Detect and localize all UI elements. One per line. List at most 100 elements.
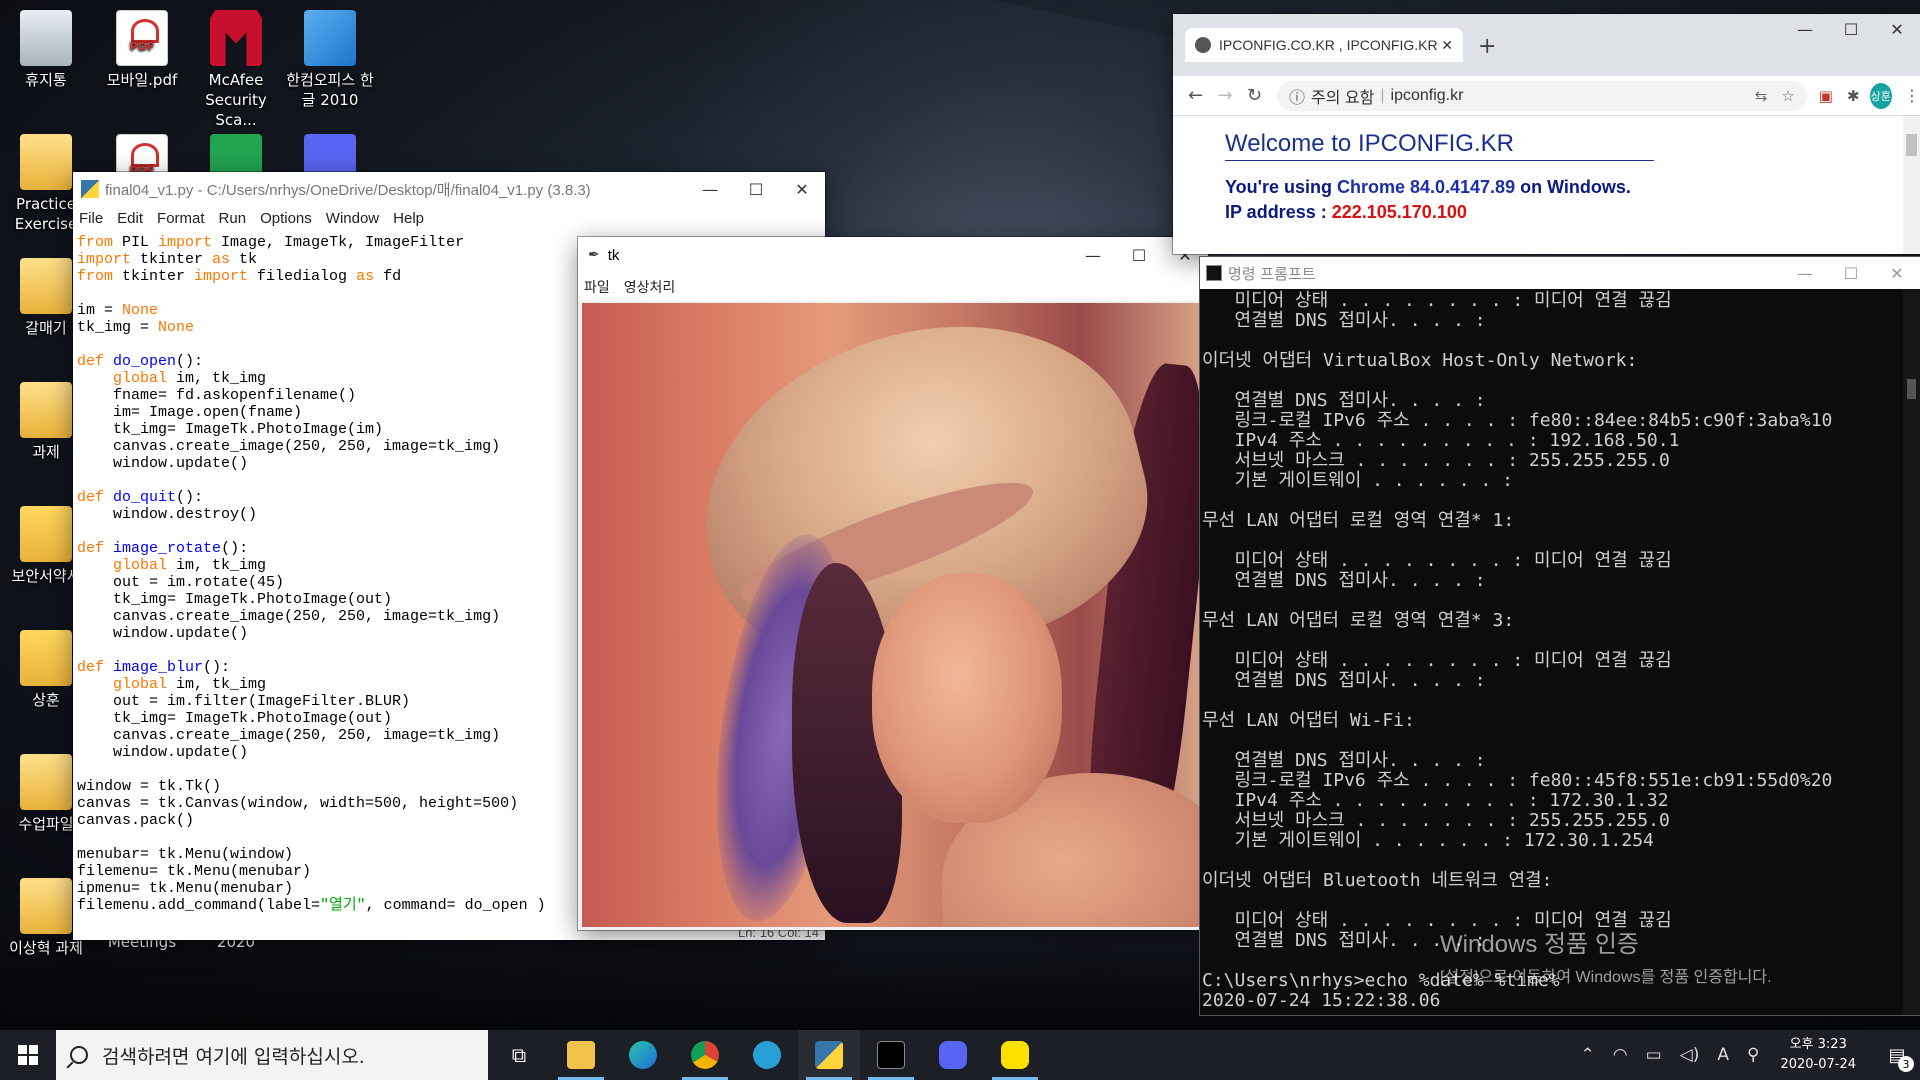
network-icon[interactable]: ⚲ <box>1747 1045 1759 1065</box>
back-button[interactable]: ← <box>1181 85 1210 106</box>
desktop-icon-label: 휴지통 <box>25 71 67 89</box>
chrome-menu-icon[interactable]: ⋮ <box>1904 86 1920 105</box>
maximize-button[interactable]: ☐ <box>1116 240 1162 270</box>
close-button[interactable]: ✕ <box>779 174 825 204</box>
ime-icon[interactable]: A <box>1717 1045 1729 1065</box>
search-icon <box>70 1046 88 1064</box>
menu-image-processing[interactable]: 영상처리 <box>624 277 676 297</box>
profile-avatar[interactable]: 상훈 <box>1869 82 1892 109</box>
menu-format[interactable]: Format <box>157 210 205 227</box>
recycle-bin-icon <box>20 10 72 66</box>
new-tab-button[interactable]: + <box>1478 34 1496 59</box>
desktop-icon-label: 한컴오피스 한글 2010 <box>286 71 374 109</box>
page-scrollbar[interactable] <box>1903 116 1920 254</box>
menu-file-kr[interactable]: 파일 <box>584 277 610 297</box>
idle-menubar: File Edit Format Run Options Window Help <box>73 206 825 230</box>
desktop-icon-label: 이상혁 과제 <box>9 939 83 957</box>
volume-icon[interactable]: ◁) <box>1680 1045 1700 1065</box>
taskbar-file-explorer[interactable] <box>550 1030 612 1080</box>
taskbar-edge[interactable] <box>612 1030 674 1080</box>
taskbar-chrome[interactable] <box>674 1030 736 1080</box>
canvas-image[interactable] <box>582 303 1206 927</box>
minimize-button[interactable]: — <box>1782 258 1828 288</box>
close-button[interactable]: ✕ <box>1874 258 1920 288</box>
search-placeholder: 검색하려면 여기에 입력하십시오. <box>102 1045 365 1068</box>
menu-help[interactable]: Help <box>393 210 424 227</box>
address-bar[interactable]: ⓘ 주의 요함 | ipconfig.kr ⇆ ☆ <box>1277 80 1807 111</box>
chevron-up-icon[interactable]: ⌃ <box>1580 1045 1594 1065</box>
tk-title: tk <box>607 246 620 264</box>
pdf-file-icon <box>116 10 168 66</box>
desktop-icon-mcafee[interactable]: McAfee Security Sca... <box>188 4 284 130</box>
taskbar-cmd[interactable] <box>860 1030 922 1080</box>
task-view-button[interactable]: ⧉ <box>488 1030 550 1080</box>
desktop-icon-hancom-2010[interactable]: 한컴오피스 한글 2010 <box>282 4 378 110</box>
using-suffix: on Windows. <box>1515 177 1631 197</box>
mcafee-icon <box>210 10 262 66</box>
folder-icon <box>20 258 72 314</box>
code-editor[interactable]: from PIL import Image, ImageTk, ImageFil… <box>77 234 597 914</box>
console-line: 이더넷 어댑터 VirtualBox Host-Only Network: <box>1202 350 1638 371</box>
menu-window[interactable]: Window <box>326 210 379 227</box>
tk-titlebar[interactable]: ✒ tk — ☐ ✕ <box>578 237 1208 273</box>
menu-file[interactable]: File <box>79 210 103 227</box>
tk-window[interactable]: ✒ tk — ☐ ✕ 파일 영상처리 <box>578 237 1208 930</box>
taskbar-app[interactable] <box>736 1030 798 1080</box>
console-line: 서브넷 마스크 . . . . . . . : 255.255.255.0 <box>1202 450 1670 471</box>
console-line: 서브넷 마스크 . . . . . . . : 255.255.255.0 <box>1202 810 1670 831</box>
console-line: 이더넷 어댑터 Bluetooth 네트워크 연결: <box>1202 870 1553 891</box>
maximize-button[interactable]: ☐ <box>733 174 779 204</box>
idle-titlebar[interactable]: final04_v1.py - C:/Users/nrhys/OneDrive/… <box>73 172 825 206</box>
chrome-window[interactable]: IPCONFIG.CO.KR , IPCONFIG.KR ✕ + — ☐ ✕ ←… <box>1173 14 1920 254</box>
close-tab-icon[interactable]: ✕ <box>1441 37 1453 54</box>
close-button[interactable]: ✕ <box>1874 14 1920 44</box>
image-region <box>872 573 1062 823</box>
bookmark-star-icon[interactable]: ☆ <box>1781 87 1794 105</box>
minimize-button[interactable]: — <box>1070 240 1116 270</box>
url-text: ipconfig.kr <box>1390 86 1464 104</box>
console-line: 연결별 DNS 접미사. . . . : <box>1202 670 1486 691</box>
taskbar-search[interactable]: 검색하려면 여기에 입력하십시오. <box>56 1030 488 1080</box>
reload-button[interactable]: ↻ <box>1240 85 1269 106</box>
scroll-thumb[interactable] <box>1907 379 1916 399</box>
minimize-button[interactable]: — <box>1782 14 1828 44</box>
menu-run[interactable]: Run <box>219 210 247 227</box>
taskbar-python[interactable] <box>798 1030 860 1080</box>
pdf-extension-icon[interactable]: ▣ <box>1819 87 1833 105</box>
idle-title: final04_v1.py - C:/Users/nrhys/OneDrive/… <box>105 181 591 199</box>
console-scrollbar[interactable] <box>1903 289 1920 1015</box>
desktop-icon-mobile-pdf[interactable]: 모바일.pdf <box>94 4 190 90</box>
cmd-titlebar[interactable]: 명령 프롬프트 — ☐ ✕ <box>1200 257 1920 289</box>
scroll-thumb[interactable] <box>1906 134 1917 156</box>
clock[interactable]: 오후 3:23 2020-07-24 <box>1780 1035 1856 1075</box>
console-line: 링크-로컬 IPv6 주소 . . . . : fe80::84ee:84b5:… <box>1202 410 1833 431</box>
extensions-puzzle-icon[interactable]: ✱ <box>1847 87 1860 105</box>
action-center-button[interactable]: ▤ 3 <box>1874 1030 1920 1080</box>
wifi-icon[interactable]: ◠ <box>1613 1045 1628 1065</box>
console-output[interactable]: 미디어 상태 . . . . . . . . : 미디어 연결 끊김 연결별 D… <box>1200 289 1900 1015</box>
notification-count: 3 <box>1898 1056 1914 1072</box>
minimize-button[interactable]: — <box>687 174 733 204</box>
desktop-icon-recycle-bin[interactable]: 휴지통 <box>0 4 94 90</box>
maximize-button[interactable]: ☐ <box>1828 14 1874 44</box>
activation-watermark: Windows 정품 인증 [설정]으로 이동하여 Windows를 정품 인증… <box>1440 924 1772 987</box>
menu-edit[interactable]: Edit <box>117 210 143 227</box>
command-prompt-window[interactable]: 명령 프롬프트 — ☐ ✕ 미디어 상태 . . . . . . . . : 미… <box>1200 257 1920 1015</box>
chrome-toolbar: ← → ↻ ⓘ 주의 요함 | ipconfig.kr ⇆ ☆ ▣ ✱ 상훈 ⋮ <box>1173 76 1920 116</box>
taskbar-discord[interactable] <box>922 1030 984 1080</box>
maximize-button[interactable]: ☐ <box>1828 258 1874 288</box>
start-button[interactable] <box>0 1030 56 1080</box>
folder-icon <box>20 754 72 810</box>
forward-button[interactable]: → <box>1210 85 1239 106</box>
tab-ipconfig[interactable]: IPCONFIG.CO.KR , IPCONFIG.KR ✕ <box>1185 28 1463 62</box>
folder-icon <box>20 506 72 562</box>
translate-icon[interactable]: ⇆ <box>1755 87 1768 105</box>
battery-icon[interactable]: ▭ <box>1646 1045 1662 1065</box>
taskbar-kakaotalk[interactable] <box>984 1030 1046 1080</box>
folder-icon <box>20 382 72 438</box>
menu-options[interactable]: Options <box>260 210 312 227</box>
edge-icon <box>629 1041 657 1069</box>
